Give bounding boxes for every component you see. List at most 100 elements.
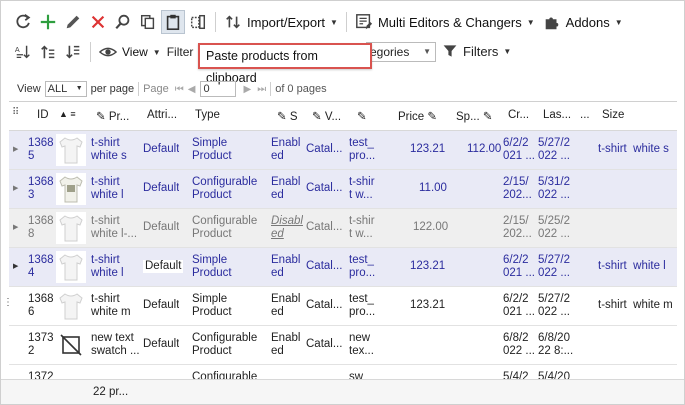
grid-header: ⠿ ID ▲ ≡ ✎ Pr... Attri... Type ✎ S ✎ V..… — [9, 102, 677, 131]
product-count: 22 pr... — [93, 386, 129, 398]
table-row[interactable]: ▶ 1368 5 t-shirt white s Default Simple … — [9, 131, 677, 170]
chevron-down-icon: ▼ — [330, 17, 338, 27]
secondary-toolbar: A View ▼ Filter — [11, 38, 193, 66]
first-page-icon[interactable]: ⏮ — [175, 84, 184, 95]
tshirt-print-image — [59, 176, 83, 203]
product-thumbnail — [56, 173, 86, 205]
add-icon[interactable] — [36, 10, 60, 34]
column-header-sku[interactable]: ✎ — [357, 109, 367, 123]
cell-name: t-shirt white m — [91, 293, 131, 318]
cell-type: Configurable Product — [192, 332, 258, 357]
column-header-price[interactable]: Price ✎ — [398, 109, 437, 123]
product-thumbnail — [56, 251, 86, 283]
row-expander-icon[interactable]: ▶ — [13, 145, 18, 153]
pager-view-label: View — [17, 83, 41, 95]
column-header-image-sort[interactable]: ▲ ≡ — [59, 109, 76, 119]
column-header-status[interactable]: ✎ S — [277, 109, 298, 123]
next-page-icon[interactable]: ▶ — [244, 84, 252, 95]
table-row[interactable]: 1373 2 new text swatch ... Default Confi… — [9, 326, 677, 365]
addons-menu[interactable]: Addons ▼ — [539, 13, 627, 31]
paste-clipboard-icon[interactable] — [161, 10, 185, 34]
toolbar-divider — [90, 42, 91, 62]
cell-created: 6/8/2 022 ... — [503, 332, 535, 357]
last-page-icon[interactable]: ⏭ — [257, 84, 266, 95]
cell-status: Enabl ed — [271, 254, 301, 279]
filters-label: Filters — [463, 43, 499, 59]
cell-type: Simple Product — [192, 254, 232, 279]
column-header-special-price[interactable]: Sp... ✎ — [456, 109, 493, 123]
filters-menu[interactable]: Filters ▼ — [442, 43, 511, 59]
multi-editors-menu[interactable]: Multi Editors & Changers ▼ — [351, 13, 539, 31]
cell-type: Simple Product — [192, 293, 232, 318]
view-menu[interactable]: View ▼ — [95, 43, 165, 61]
pager-divider — [270, 82, 272, 96]
category-filter-select[interactable]: egories ▼ — [366, 42, 436, 62]
chevron-down-icon: ▼ — [152, 47, 161, 57]
product-thumbnail — [56, 134, 86, 166]
table-row[interactable]: 1372 Configurable sw 5/4/2 5/4/20 — [9, 365, 677, 380]
cell-sku: new tex... — [349, 332, 374, 357]
import-export-label: Import/Export — [247, 14, 326, 30]
move-up-icon[interactable] — [36, 40, 60, 64]
cell-attribute: Default — [143, 143, 180, 155]
delete-icon[interactable] — [86, 10, 110, 34]
cell-name: new text swatch ... — [91, 332, 140, 357]
cell-last-updated: 5/27/2 022 ... — [538, 254, 570, 279]
column-header-type[interactable]: Type — [195, 109, 220, 121]
column-header-created[interactable]: Cr... — [508, 109, 529, 121]
pager-bar: View ALL ▼ per page Page ⏮ ◀ 0 ▶ ⏭ of 0 p… — [17, 75, 327, 103]
cell-status: Enabl ed — [271, 176, 301, 201]
move-down-icon[interactable] — [61, 40, 85, 64]
cell-id: 1368 8 — [28, 215, 54, 240]
puzzle-icon — [545, 17, 558, 30]
splitter-handle-icon[interactable]: ⋮ — [3, 297, 13, 308]
refresh-icon[interactable] — [11, 10, 35, 34]
cell-visibility: Catal... — [306, 221, 343, 233]
cell-size: t-shirt white m — [598, 299, 673, 311]
cell-last-updated: 5/25/2 022 ... — [538, 215, 570, 240]
table-row[interactable]: 1368 6 t-shirt white m Default Simple Pr… — [9, 287, 677, 326]
cell-sku: t-shir t w... — [349, 176, 375, 201]
table-row[interactable]: ▶ 1368 8 t-shirt white l-... Default Con… — [9, 209, 677, 248]
prev-page-icon[interactable]: ◀ — [188, 84, 196, 95]
edit-pencil-icon[interactable] — [61, 10, 85, 34]
copy-icon[interactable] — [136, 10, 160, 34]
row-expander-icon[interactable]: ▶ — [13, 262, 18, 270]
row-expander-icon[interactable]: ▶ — [13, 223, 18, 231]
column-header-size[interactable]: Size — [602, 109, 624, 121]
page-number-input[interactable]: 0 — [199, 81, 236, 97]
column-header-extra[interactable]: ... — [580, 109, 590, 121]
chevron-down-icon: ▼ — [614, 17, 623, 27]
cell-created: 6/2/2 021 ... — [503, 137, 535, 162]
page-label: Page — [143, 83, 169, 95]
column-header-attribute[interactable]: Attri... — [147, 109, 177, 121]
grid-footer: 22 pr... — [1, 379, 684, 404]
cell-id: 1368 3 — [28, 176, 54, 201]
cell-visibility: Catal... — [306, 143, 343, 155]
cell-price: 11.00 — [419, 182, 447, 194]
column-header-product-name[interactable]: ✎ Pr... — [96, 109, 129, 123]
product-thumbnail — [56, 212, 86, 244]
table-row[interactable]: ▶ 1368 3 t-shirt white l Default Configu… — [9, 170, 677, 209]
cell-price: 123.21 — [410, 143, 446, 155]
chevron-down-icon: ▼ — [503, 46, 512, 56]
toolbar-divider — [215, 12, 216, 32]
cell-type: Configurable Product — [192, 176, 258, 201]
column-header-special-price-label: Sp... — [456, 111, 480, 123]
multi-editor-icon — [356, 14, 373, 30]
cell-attribute: Default — [143, 338, 180, 350]
search-icon[interactable] — [111, 10, 135, 34]
cell-visibility: Catal... — [306, 299, 343, 311]
duplicate-icon[interactable] — [186, 10, 210, 34]
sort-az-icon[interactable]: A — [11, 40, 35, 64]
column-header-visibility[interactable]: ✎ V... — [312, 109, 341, 123]
main-toolbar: Import/Export ▼ Multi Editors & Changers ▼… — [11, 8, 627, 36]
tshirt-image — [59, 215, 83, 242]
import-export-menu[interactable]: Import/Export ▼ — [220, 13, 342, 31]
column-header-last-updated[interactable]: Las... — [543, 109, 571, 121]
column-header-id[interactable]: ID — [37, 109, 49, 121]
page-size-select[interactable]: ALL ▼ — [44, 81, 87, 97]
table-row[interactable]: ▶ 1368 4 t-shirt white l Default Simple … — [9, 248, 677, 287]
grip-icon: ⠿ — [12, 107, 20, 118]
row-expander-icon[interactable]: ▶ — [13, 184, 18, 192]
